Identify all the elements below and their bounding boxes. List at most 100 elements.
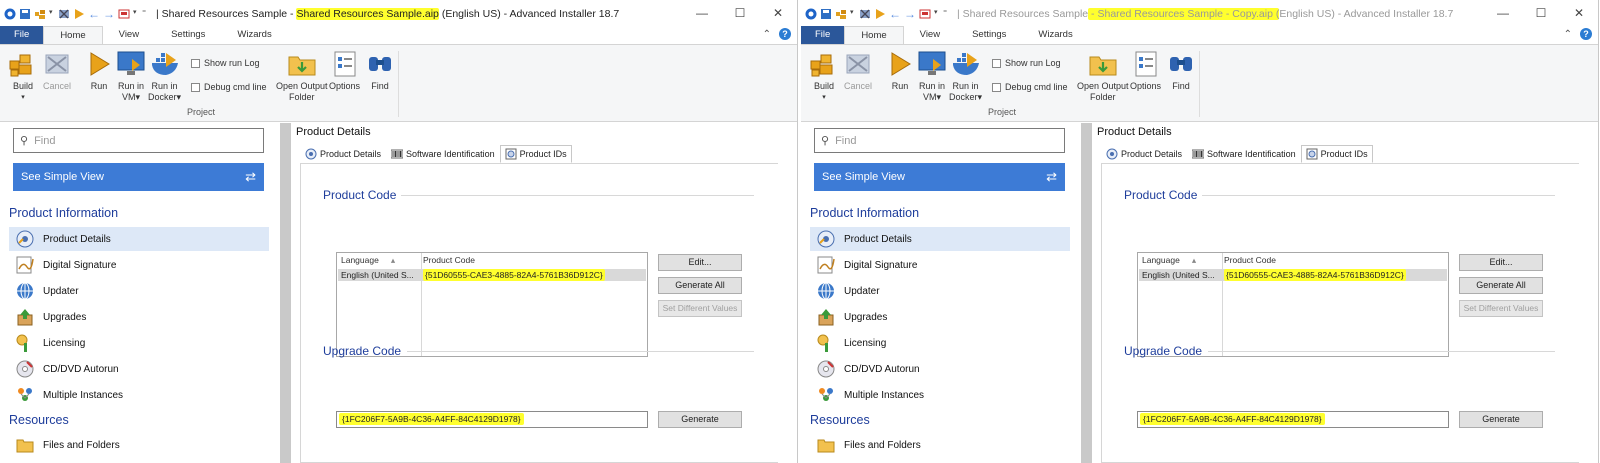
- cd-dvd-autorun-nav[interactable]: CD/DVD Autorun: [810, 357, 1070, 381]
- product-code-list[interactable]: Language ▴ Product Code English (United S…: [1137, 252, 1449, 357]
- collapse-ribbon-icon[interactable]: ⌃: [1564, 29, 1572, 40]
- tab-home[interactable]: Home: [844, 26, 904, 44]
- digital-signature-nav[interactable]: Digital Signature: [810, 253, 1070, 277]
- upgrade-code-field[interactable]: {1FC206F7-5A9B-4C36-A4FF-84C4129D1978}: [336, 411, 648, 428]
- save-icon[interactable]: [19, 8, 31, 20]
- open-output-folder-button[interactable]: Open Output Folder: [1077, 49, 1129, 103]
- licensing-nav[interactable]: Licensing: [810, 331, 1070, 355]
- column-header-language[interactable]: Language ▴: [1142, 253, 1196, 267]
- run-icon[interactable]: [874, 8, 886, 20]
- customize-qat-icon[interactable]: ⁼: [142, 8, 150, 20]
- product-details-nav[interactable]: Product Details: [810, 227, 1070, 251]
- show-run-log-checkbox[interactable]: Show run Log: [191, 58, 260, 68]
- dropdown-icon[interactable]: ▾: [850, 8, 856, 20]
- subtab-product-details[interactable]: Product Details: [300, 145, 386, 163]
- upgrade-code-field[interactable]: {1FC206F7-5A9B-4C36-A4FF-84C4129D1978}: [1137, 411, 1449, 428]
- run-button[interactable]: Run: [84, 49, 114, 92]
- back-arrow-icon[interactable]: ←: [88, 8, 100, 20]
- subtab-product-ids[interactable]: Product IDs: [1300, 145, 1373, 163]
- forward-arrow-icon[interactable]: →: [103, 8, 115, 20]
- help-icon[interactable]: ?: [779, 28, 791, 40]
- files-and-folders-nav[interactable]: Files and Folders: [9, 433, 269, 457]
- files-and-folders-nav[interactable]: Files and Folders: [810, 433, 1070, 457]
- tab-file[interactable]: File: [801, 26, 845, 44]
- edit-button[interactable]: Edit...: [658, 254, 742, 271]
- run-button[interactable]: Run: [885, 49, 915, 92]
- set-different-values-button[interactable]: Set Different Values: [658, 300, 742, 317]
- tab-wizards[interactable]: Wizards: [221, 26, 287, 44]
- digital-signature-nav[interactable]: Digital Signature: [9, 253, 269, 277]
- build-button[interactable]: Build ▾: [809, 49, 839, 103]
- close-button[interactable]: ✕: [1560, 0, 1598, 26]
- generate-button[interactable]: Generate: [1459, 411, 1543, 428]
- debug-cmd-line-checkbox[interactable]: Debug cmd line: [992, 82, 1068, 92]
- subtab-product-details[interactable]: Product Details: [1101, 145, 1187, 163]
- tab-view[interactable]: View: [904, 26, 956, 44]
- pane-splitter[interactable]: [280, 123, 291, 463]
- back-arrow-icon[interactable]: ←: [889, 8, 901, 20]
- dropdown-icon[interactable]: ▾: [133, 8, 139, 20]
- tab-home[interactable]: Home: [43, 26, 103, 44]
- multiple-instances-nav[interactable]: Multiple Instances: [9, 383, 269, 407]
- dropdown-icon[interactable]: ▾: [934, 8, 940, 20]
- save-icon[interactable]: [820, 8, 832, 20]
- subtab-product-ids[interactable]: Product IDs: [499, 145, 572, 163]
- close-button[interactable]: ✕: [759, 0, 797, 26]
- customize-qat-icon[interactable]: ⁼: [943, 8, 951, 20]
- product-details-nav[interactable]: Product Details: [9, 227, 269, 251]
- updater-nav[interactable]: Updater: [810, 279, 1070, 303]
- see-simple-view-button[interactable]: See Simple View ⇄: [814, 163, 1065, 191]
- column-header-product-code[interactable]: Product Code: [423, 253, 475, 267]
- find-button[interactable]: Find: [365, 49, 395, 92]
- subtab-software-identification[interactable]: Software Identification: [386, 145, 500, 163]
- minimize-button[interactable]: —: [683, 0, 721, 26]
- subtab-software-identification[interactable]: Software Identification: [1187, 145, 1301, 163]
- cancel-button[interactable]: Cancel: [42, 49, 72, 92]
- minimize-button[interactable]: —: [1484, 0, 1522, 26]
- options-button[interactable]: Options: [1130, 49, 1161, 92]
- edit-button[interactable]: Edit...: [1459, 254, 1543, 271]
- tab-view[interactable]: View: [103, 26, 155, 44]
- maximize-button[interactable]: ☐: [721, 0, 759, 26]
- collapse-ribbon-icon[interactable]: ⌃: [763, 29, 771, 40]
- open-output-folder-button[interactable]: Open Output Folder: [276, 49, 328, 103]
- multiple-instances-nav[interactable]: Multiple Instances: [810, 383, 1070, 407]
- show-run-log-checkbox[interactable]: Show run Log: [992, 58, 1061, 68]
- alert-icon[interactable]: [919, 8, 931, 20]
- cd-dvd-autorun-nav[interactable]: CD/DVD Autorun: [9, 357, 269, 381]
- cancel-build-icon[interactable]: [58, 8, 70, 20]
- product-code-list[interactable]: Language ▴ Product Code English (United S…: [336, 252, 648, 357]
- set-different-values-button[interactable]: Set Different Values: [1459, 300, 1543, 317]
- find-button[interactable]: Find: [1166, 49, 1196, 92]
- dropdown-icon[interactable]: ▾: [49, 8, 55, 20]
- tab-settings[interactable]: Settings: [155, 26, 221, 44]
- cancel-button[interactable]: Cancel: [843, 49, 873, 92]
- run-in-vm-button[interactable]: Run in VM▾: [917, 49, 947, 103]
- options-button[interactable]: Options: [329, 49, 360, 92]
- column-header-language[interactable]: Language ▴: [341, 253, 395, 267]
- maximize-button[interactable]: ☐: [1522, 0, 1560, 26]
- run-icon[interactable]: [73, 8, 85, 20]
- run-in-vm-button[interactable]: Run in VM▾: [116, 49, 146, 103]
- build-button[interactable]: Build ▾: [8, 49, 38, 103]
- generate-all-button[interactable]: Generate All: [1459, 277, 1543, 294]
- help-icon[interactable]: ?: [1580, 28, 1592, 40]
- build-icon[interactable]: [835, 8, 847, 20]
- find-input[interactable]: ⚲ Find: [814, 128, 1065, 153]
- cancel-build-icon[interactable]: [859, 8, 871, 20]
- run-in-docker-button[interactable]: Run in Docker▾: [148, 49, 181, 103]
- updater-nav[interactable]: Updater: [9, 279, 269, 303]
- column-header-product-code[interactable]: Product Code: [1224, 253, 1276, 267]
- run-in-docker-button[interactable]: Run in Docker▾: [949, 49, 982, 103]
- alert-icon[interactable]: [118, 8, 130, 20]
- pane-splitter[interactable]: [1081, 123, 1092, 463]
- upgrades-nav[interactable]: Upgrades: [9, 305, 269, 329]
- tab-settings[interactable]: Settings: [956, 26, 1022, 44]
- debug-cmd-line-checkbox[interactable]: Debug cmd line: [191, 82, 267, 92]
- generate-button[interactable]: Generate: [658, 411, 742, 428]
- upgrades-nav[interactable]: Upgrades: [810, 305, 1070, 329]
- tab-file[interactable]: File: [0, 26, 44, 44]
- forward-arrow-icon[interactable]: →: [904, 8, 916, 20]
- find-input[interactable]: ⚲ Find: [13, 128, 264, 153]
- see-simple-view-button[interactable]: See Simple View ⇄: [13, 163, 264, 191]
